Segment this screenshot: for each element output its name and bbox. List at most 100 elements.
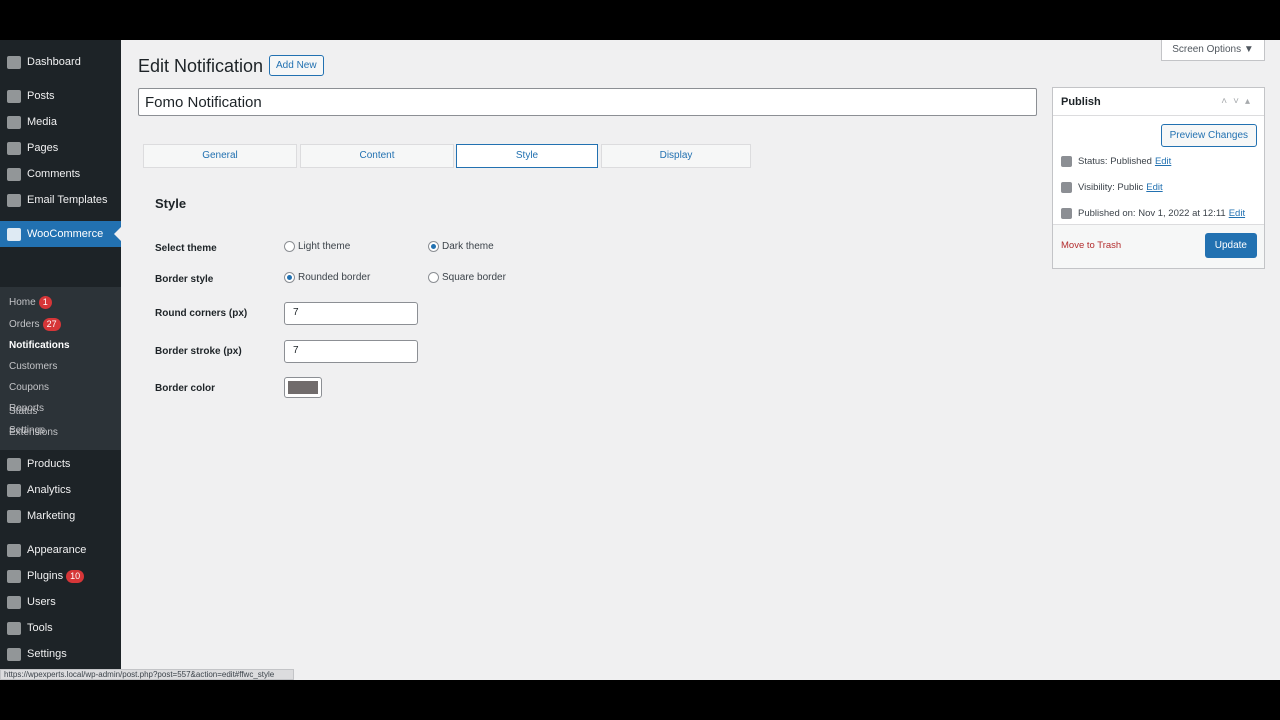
sidebar-item-dashboard[interactable]: Dashboard — [0, 49, 121, 75]
round-corners-input[interactable]: 7 — [284, 302, 418, 325]
rounded-border-radio[interactable]: Rounded border — [284, 272, 370, 283]
label: Email Templates — [27, 194, 108, 206]
appearance-icon — [7, 543, 21, 557]
sidebar-item-posts[interactable]: Posts — [0, 83, 121, 109]
label: Media — [27, 116, 57, 128]
settings-icon — [7, 647, 21, 661]
edit-date-link[interactable]: Edit — [1229, 208, 1245, 219]
label: Status: Published — [1078, 156, 1152, 167]
status-row: Status: Published Edit — [1061, 156, 1171, 167]
sidebar-item-settings[interactable]: Settings — [0, 641, 121, 667]
label: Tools — [27, 622, 53, 634]
visibility-row: Visibility: Public Edit — [1061, 182, 1163, 193]
label: Marketing — [27, 510, 76, 522]
sidebar-item-comments[interactable]: Comments — [0, 161, 121, 187]
label: Products — [27, 458, 71, 470]
preview-changes-button[interactable]: Preview Changes — [1160, 124, 1257, 147]
label: Pages — [27, 142, 59, 154]
square-border-radio[interactable]: Square border — [428, 272, 506, 283]
add-new-button[interactable]: Add New — [269, 55, 324, 76]
move-to-trash-link[interactable]: Move to Trash — [1061, 240, 1121, 251]
post-title-input[interactable]: Fomo Notification — [138, 88, 1037, 116]
tab-general[interactable]: General — [143, 144, 297, 168]
submenu-orders[interactable]: Orders 27 — [9, 318, 61, 331]
woo-icon — [7, 227, 21, 241]
marketing-icon — [7, 509, 21, 523]
label: Published on: Nov 1, 2022 at 12:11 — [1078, 208, 1226, 219]
published-on-row: Published on: Nov 1, 2022 at 12:11 Edit — [1061, 208, 1245, 219]
label: Posts — [27, 90, 55, 102]
radio-circle — [428, 272, 439, 283]
sidebar-item-woocommerce[interactable]: WooCommerce — [0, 221, 121, 247]
publish-box: Publish ˄˅▴ Preview Changes Status: Publ… — [1052, 87, 1265, 269]
light-theme-radio[interactable]: Light theme — [284, 241, 350, 252]
label: Comments — [27, 168, 81, 180]
calendar-icon — [1061, 208, 1072, 219]
sidebar-item-email-templates[interactable]: Email Templates — [0, 187, 121, 213]
border-stroke-input[interactable]: 7 — [284, 340, 418, 363]
media-icon — [7, 115, 21, 129]
dark-theme-radio[interactable]: Dark theme — [428, 241, 494, 252]
sidebar-item-marketing[interactable]: Marketing — [0, 503, 121, 529]
users-icon — [7, 595, 21, 609]
border-color-picker[interactable] — [284, 377, 322, 398]
submenu-coupons[interactable]: Coupons — [9, 382, 49, 393]
screen-options-button[interactable]: Screen Options ▼ — [1161, 40, 1265, 61]
update-button[interactable]: Update — [1204, 233, 1257, 258]
woocommerce-submenu: Home 1 Orders 27 Notifications Customers C… — [0, 287, 121, 450]
label: Analytics — [27, 484, 72, 496]
submenu-home[interactable]: Home 1 — [9, 296, 52, 309]
count-badge: 10 — [66, 569, 85, 583]
label: Home — [9, 297, 36, 308]
sidebar-item-users[interactable]: Users — [0, 589, 121, 615]
sidebar-item-tools[interactable]: Tools — [0, 615, 121, 641]
submenu-notifications[interactable]: Notifications — [9, 340, 70, 351]
radio-circle — [428, 241, 439, 252]
wp-admin-window: Dashboard Posts Media Pages Comments Ema… — [0, 40, 1280, 680]
products-icon — [7, 457, 21, 471]
edit-visibility-link[interactable]: Edit — [1146, 182, 1162, 193]
sidebar-item-media[interactable]: Media — [0, 109, 121, 135]
label: Dark theme — [442, 241, 494, 252]
radio-circle — [284, 272, 295, 283]
tools-icon — [7, 621, 21, 635]
count-badge: 1 — [38, 296, 52, 309]
plugins-icon — [7, 569, 21, 583]
label: Dashboard — [27, 56, 81, 68]
border-style-label: Border style — [155, 274, 214, 285]
round-corners-label: Round corners (px) — [155, 308, 248, 319]
sidebar-item-analytics[interactable]: Analytics — [0, 477, 121, 503]
label: Plugins — [27, 570, 64, 582]
pin-icon — [7, 89, 21, 103]
border-stroke-label: Border stroke (px) — [155, 346, 242, 357]
count-badge: 27 — [42, 318, 61, 331]
color-swatch — [288, 381, 318, 394]
label: Light theme — [298, 241, 351, 252]
tab-display[interactable]: Display — [601, 144, 751, 168]
sidebar-item-pages[interactable]: Pages — [0, 135, 121, 161]
sidebar-item-products[interactable]: Products — [0, 451, 121, 477]
box-controls[interactable]: ˄˅▴ — [1221, 96, 1256, 107]
label: Users — [27, 596, 56, 608]
section-heading: Style — [155, 196, 187, 211]
admin-sidebar: Dashboard Posts Media Pages Comments Ema… — [0, 40, 121, 680]
select-theme-label: Select theme — [155, 243, 217, 254]
analytics-icon — [7, 483, 21, 497]
submenu-customers[interactable]: Customers — [9, 361, 57, 372]
eye-icon — [1061, 182, 1072, 193]
tab-style[interactable]: Style — [456, 144, 598, 168]
label: Appearance — [27, 544, 87, 556]
radio-circle — [284, 241, 295, 252]
sidebar-item-plugins[interactable]: Plugins 10 — [0, 563, 121, 589]
submenu-extensions[interactable]: Extensions — [9, 427, 58, 438]
label: Rounded border — [298, 272, 371, 283]
label: Orders — [9, 319, 40, 330]
submenu-status[interactable]: Status — [9, 406, 37, 417]
status-bar-url: https://wpexperts.local/wp-admin/post.ph… — [0, 669, 294, 680]
tab-content[interactable]: Content — [300, 144, 454, 168]
pages-icon — [7, 141, 21, 155]
email-icon — [7, 193, 21, 207]
sidebar-item-appearance[interactable]: Appearance — [0, 537, 121, 563]
comment-icon — [7, 167, 21, 181]
edit-status-link[interactable]: Edit — [1155, 156, 1171, 167]
